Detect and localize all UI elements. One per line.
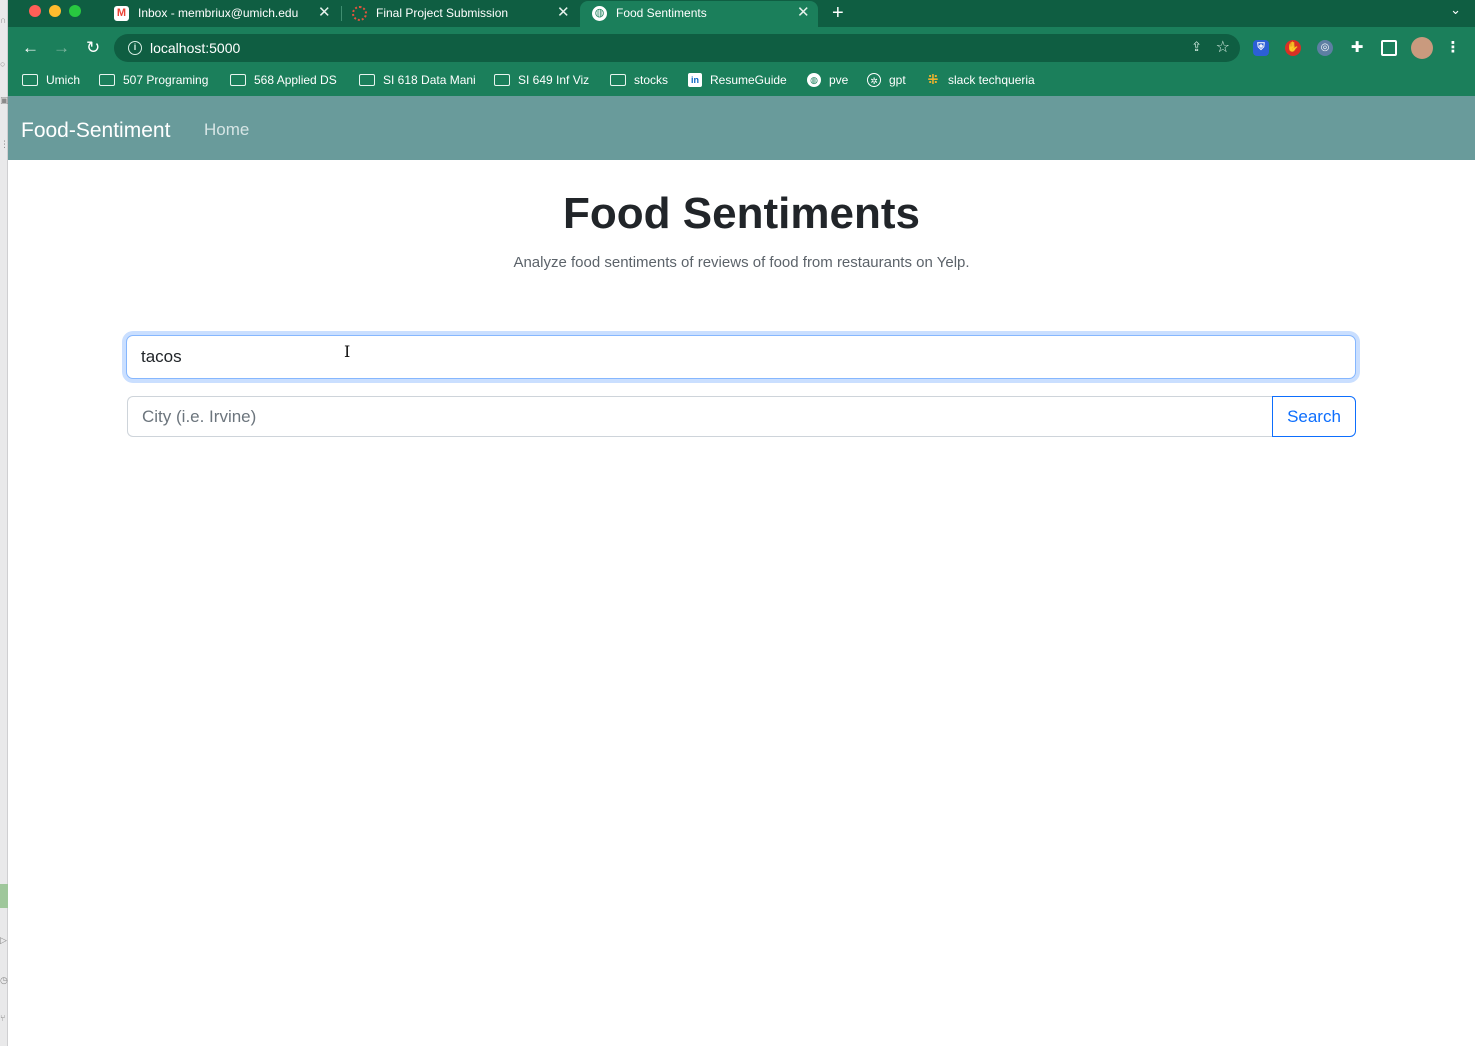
site-navbar: Food-Sentiment Home — [8, 96, 1475, 160]
folder-icon — [99, 73, 115, 86]
address-bar[interactable]: i localhost:5000 ⇪ ☆ — [114, 34, 1240, 62]
menu-dots-icon[interactable]: ⋮ — [1445, 40, 1461, 56]
bookmark-label: SI 618 Data Mani — [383, 73, 476, 87]
bookmark-507[interactable]: 507 Programing — [99, 68, 208, 92]
close-icon[interactable]: ✕ — [318, 1, 331, 25]
puzzle-icon[interactable]: ✚ — [1349, 40, 1365, 56]
avatar[interactable] — [1411, 37, 1433, 59]
bookmark-star-icon[interactable]: ☆ — [1216, 37, 1230, 57]
reload-button[interactable]: ↻ — [86, 36, 100, 60]
bookmark-gpt[interactable]: ✲ gpt — [867, 68, 906, 92]
linkedin-icon: in — [688, 72, 702, 87]
bookmarks-bar: Umich 507 Programing 568 Applied DS SI 6… — [8, 68, 1475, 92]
forward-button[interactable]: → — [53, 36, 70, 60]
tab-strip: M Inbox - membriux@umich.edu ✕ Final Pro… — [8, 0, 1475, 28]
tab-title: Inbox - membriux@umich.edu — [138, 6, 299, 20]
bookmark-si649[interactable]: SI 649 Inf Viz — [494, 68, 589, 92]
window-zoom-button[interactable] — [69, 5, 81, 17]
desktop-glyph: ▷ — [0, 935, 7, 945]
chevron-down-icon[interactable]: ⌄ — [1450, 2, 1461, 18]
page-content: Food-Sentiment Home Food Sentiments Anal… — [8, 96, 1475, 1046]
desktop-glyph: ◷ — [0, 975, 8, 985]
desktop-glyph: ∩ — [0, 15, 7, 25]
side-panel-icon[interactable] — [1381, 40, 1397, 56]
url-text: localhost:5000 — [150, 40, 241, 56]
globe-icon: ◍ — [807, 72, 821, 87]
close-icon[interactable]: ✕ — [557, 1, 570, 25]
bookmark-label: SI 649 Inf Viz — [518, 73, 590, 87]
extension-ring-icon[interactable]: ◎ — [1317, 40, 1333, 56]
window-close-button[interactable] — [29, 5, 41, 17]
gmail-icon: M — [114, 6, 129, 21]
bitwarden-icon[interactable]: ⛨ — [1253, 40, 1269, 56]
folder-icon — [230, 73, 246, 86]
extension-red-icon[interactable]: ✋ — [1285, 40, 1301, 56]
bookmark-label: gpt — [889, 73, 906, 87]
back-button[interactable]: ← — [22, 36, 39, 60]
browser-chrome: M Inbox - membriux@umich.edu ✕ Final Pro… — [8, 0, 1475, 96]
new-tab-button[interactable]: + — [832, 0, 844, 26]
info-icon[interactable]: i — [128, 41, 142, 55]
window-minimize-button[interactable] — [49, 5, 61, 17]
tab-divider — [341, 6, 342, 21]
desktop-glyph: ○ — [0, 59, 6, 69]
bookmark-label: pve — [829, 73, 849, 87]
globe-icon: ◍ — [592, 6, 607, 21]
bookmark-label: 568 Applied DS — [254, 73, 337, 87]
bookmark-label: 507 Programing — [123, 73, 209, 87]
folder-icon — [610, 73, 626, 86]
bookmark-resumeguide[interactable]: in ResumeGuide — [688, 68, 787, 92]
bookmark-pve[interactable]: ◍ pve — [807, 68, 848, 92]
folder-icon — [22, 73, 38, 86]
food-search-input[interactable] — [126, 335, 1356, 379]
tab-final-project[interactable]: Final Project Submission ✕ — [352, 1, 572, 27]
folder-icon — [359, 73, 375, 86]
desktop-glyph: ⑂ — [0, 1013, 6, 1023]
slack-icon: ⁜ — [927, 71, 939, 87]
tab-title: Final Project Submission — [376, 6, 509, 20]
tab-title: Food Sentiments — [616, 6, 707, 20]
desktop-glyph: ⋮ — [0, 139, 9, 149]
desktop-edge: ∩ ○ ▣ ⋮ ▷ ◷ ⑂ — [0, 0, 9, 1046]
bookmark-slack[interactable]: ⁜ slack techqueria — [926, 68, 1035, 92]
bookmark-label: stocks — [634, 73, 669, 87]
page-title: Food Sentiments — [563, 189, 920, 238]
desktop-green-block — [0, 884, 8, 908]
nav-home-link[interactable]: Home — [204, 118, 249, 142]
close-icon[interactable]: ✕ — [797, 1, 810, 25]
bookmark-si618[interactable]: SI 618 Data Mani — [359, 68, 476, 92]
search-button[interactable]: Search — [1272, 396, 1356, 437]
folder-icon — [494, 73, 510, 86]
tab-food-sentiments[interactable]: ◍ Food Sentiments ✕ — [580, 1, 818, 28]
bookmark-568[interactable]: 568 Applied DS — [230, 68, 337, 92]
page-subtitle: Analyze food sentiments of reviews of fo… — [513, 254, 970, 271]
bookmark-label: Umich — [46, 73, 81, 87]
canvas-icon — [352, 6, 367, 21]
bookmark-label: ResumeGuide — [710, 73, 787, 87]
openai-icon: ✲ — [867, 72, 881, 87]
browser-toolbar: ← → ↻ i localhost:5000 ⇪ ☆ ⛨ ✋ ◎ ✚ ⋮ — [8, 32, 1475, 64]
tab-inbox[interactable]: M Inbox - membriux@umich.edu ✕ — [114, 1, 334, 27]
share-icon[interactable]: ⇪ — [1191, 39, 1202, 55]
city-input[interactable] — [127, 396, 1273, 437]
brand-link[interactable]: Food-Sentiment — [21, 116, 170, 146]
desktop-glyph: ▣ — [0, 95, 9, 105]
bookmark-stocks[interactable]: stocks — [610, 68, 668, 92]
bookmark-label: slack techqueria — [948, 73, 1035, 87]
bookmark-umich[interactable]: Umich — [22, 68, 80, 92]
